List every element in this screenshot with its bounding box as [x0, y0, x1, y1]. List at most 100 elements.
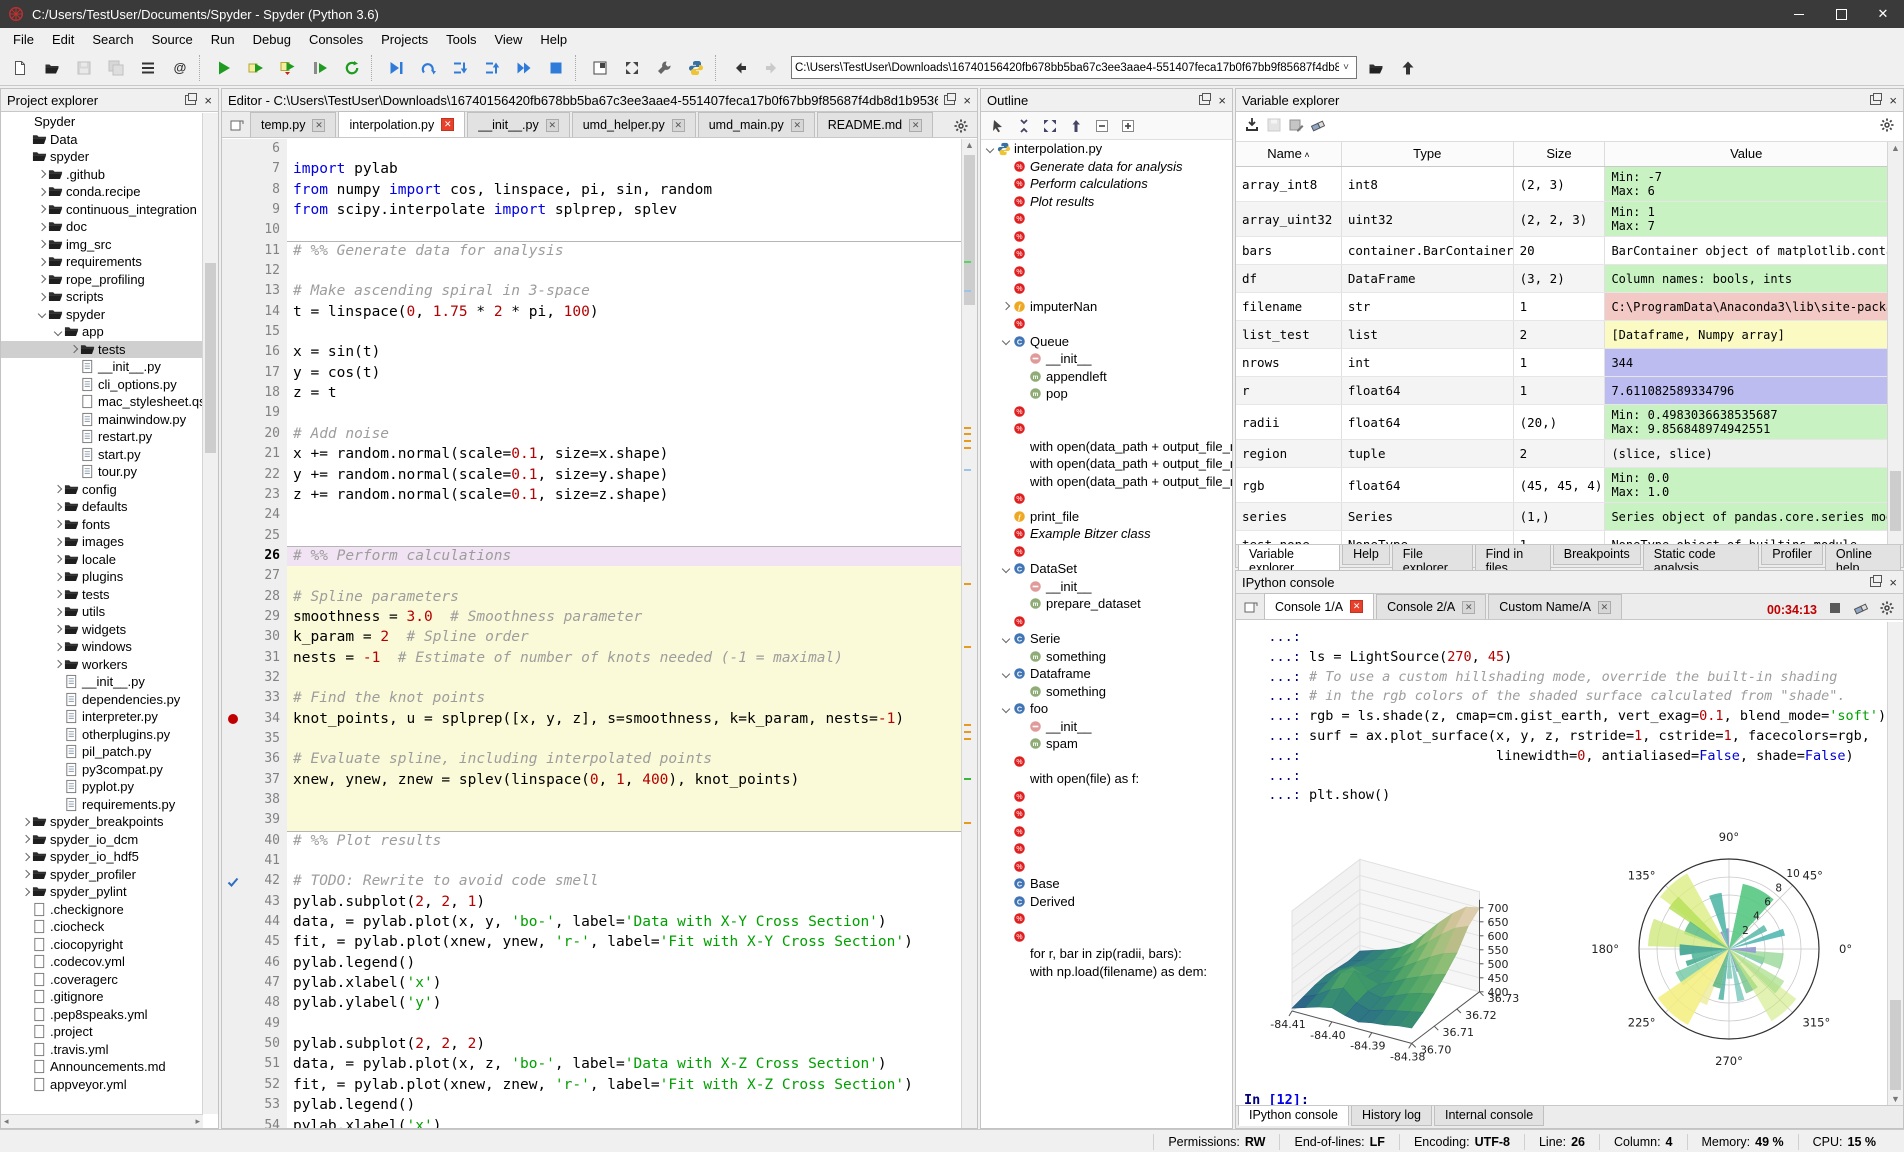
close-tab-icon[interactable]: ✕	[312, 118, 326, 132]
console-tab-custom-name-a[interactable]: Custom Name/A ✕	[1488, 594, 1622, 619]
console-options-gear-icon[interactable]	[1879, 600, 1895, 619]
project-item-tests[interactable]: tests	[1, 586, 203, 604]
close-tab-icon[interactable]: ✕	[1350, 600, 1364, 613]
variable-type[interactable]: container.BarContainer	[1342, 237, 1514, 264]
outline-item-dataframe[interactable]: C Dataframe	[981, 665, 1232, 683]
chevron-down-icon[interactable]	[1001, 564, 1011, 573]
gutter-marker[interactable]	[222, 667, 244, 689]
menu-view[interactable]: View	[485, 30, 531, 49]
parent-dir-icon[interactable]	[1392, 52, 1424, 84]
run-icon[interactable]	[208, 52, 240, 84]
project-item-.checkignore[interactable]: .checkignore	[1, 901, 203, 919]
menu-edit[interactable]: Edit	[43, 30, 83, 49]
variable-size[interactable]: 1	[1514, 349, 1606, 376]
variable-value[interactable]: C:\ProgramData\Anaconda3\lib\site-packa…	[1605, 293, 1888, 320]
project-item-img_src[interactable]: img_src	[1, 236, 203, 254]
breakpoint-icon[interactable]	[228, 713, 238, 724]
pane-tab-ipython-console[interactable]: IPython console	[1238, 1106, 1349, 1126]
project-item-.ciocheck[interactable]: .ciocheck	[1, 918, 203, 936]
variable-size[interactable]: 20	[1514, 237, 1606, 264]
outline-item-__init__[interactable]: __init__	[981, 578, 1232, 596]
gutter-marker[interactable]	[222, 1013, 244, 1035]
chevron-right-icon[interactable]	[21, 835, 31, 844]
console-scrollbar[interactable]: ▼	[1887, 622, 1903, 1106]
project-item-spyder_io_dcm[interactable]: spyder_io_dcm	[1, 831, 203, 849]
project-item-pil_patch.py[interactable]: pil_patch.py	[1, 743, 203, 761]
variable-value[interactable]: Min: 1 Max: 7	[1605, 202, 1888, 236]
browse-tabs-icon[interactable]	[224, 113, 250, 137]
outline-item-queue[interactable]: C Queue	[981, 333, 1232, 351]
outline-item-item[interactable]: %	[981, 823, 1232, 841]
outline-item-item[interactable]: %	[981, 788, 1232, 806]
import-icon[interactable]	[1244, 117, 1260, 136]
run-cell-icon[interactable]	[240, 52, 272, 84]
run-cell-advance-icon[interactable]	[272, 52, 304, 84]
column-header-size[interactable]: Size	[1514, 142, 1606, 166]
outline-item-item[interactable]: %	[981, 840, 1232, 858]
chevron-right-icon[interactable]	[37, 275, 47, 284]
close-tab-icon[interactable]: ✕	[671, 118, 685, 132]
variable-size[interactable]: 1	[1514, 293, 1606, 320]
variable-size[interactable]: 1	[1514, 531, 1606, 545]
gutter-marker[interactable]	[222, 200, 244, 221]
step-icon[interactable]	[412, 52, 444, 84]
gutter-marker[interactable]	[222, 952, 244, 974]
variable-type[interactable]: float64	[1341, 377, 1514, 404]
project-item-dependencies.py[interactable]: dependencies.py	[1, 691, 203, 709]
outline-item-item[interactable]: %	[981, 753, 1232, 771]
gutter-marker[interactable]	[222, 647, 244, 668]
collapse-section-icon[interactable]	[1091, 115, 1113, 137]
gutter-marker[interactable]	[222, 261, 244, 282]
variable-name[interactable]: rgb	[1236, 468, 1342, 502]
outline-item-item[interactable]: %	[981, 403, 1232, 421]
gutter-marker[interactable]	[222, 179, 244, 201]
variable-value[interactable]: Min: 0.4983036638535687 Max: 9.8568489749…	[1605, 405, 1888, 439]
chevron-right-icon[interactable]	[53, 502, 63, 511]
project-hscrollbar[interactable]: ◂ ▸	[1, 1114, 203, 1128]
chevron-right-icon[interactable]	[21, 870, 31, 879]
variable-value[interactable]: NoneType object of builtins module	[1605, 531, 1888, 545]
outline-item-imputernan[interactable]: f imputerNan	[981, 298, 1232, 316]
project-item-.codecov.yml[interactable]: .codecov.yml	[1, 953, 203, 971]
step-out-icon[interactable]	[476, 52, 508, 84]
undock-icon[interactable]	[944, 93, 957, 105]
close-tab-icon[interactable]: ✕	[545, 118, 559, 132]
close-tab-icon[interactable]: ✕	[1597, 600, 1611, 614]
variable-value[interactable]: Column names: bools, ints	[1605, 265, 1888, 292]
minimize-button[interactable]	[1778, 0, 1820, 28]
gutter-marker[interactable]	[222, 342, 244, 363]
outline-item-with-open-file-as-f-[interactable]: with open(file) as f:	[981, 770, 1232, 788]
gutter-marker[interactable]	[222, 871, 244, 892]
outline-item-item[interactable]: %	[981, 420, 1232, 438]
close-tab-icon[interactable]: ✕	[909, 118, 923, 132]
outline-item-spam[interactable]: m spam	[981, 735, 1232, 753]
chevron-right-icon[interactable]	[37, 205, 47, 214]
outline-item-item[interactable]: %	[981, 210, 1232, 228]
variable-name[interactable]: test_none	[1236, 531, 1342, 545]
project-item-requirements[interactable]: requirements	[1, 253, 203, 271]
cursor-icon[interactable]	[987, 115, 1009, 137]
variable-size[interactable]: (20,)	[1514, 405, 1606, 439]
continue-icon[interactable]	[508, 52, 540, 84]
variable-name[interactable]: array_int8	[1236, 167, 1342, 201]
chevron-right-icon[interactable]	[69, 345, 79, 354]
fullscreen-icon[interactable]	[616, 52, 648, 84]
project-item-images[interactable]: images	[1, 533, 203, 551]
variable-size[interactable]: 2	[1513, 321, 1606, 348]
outline-item-item[interactable]: %	[981, 928, 1232, 946]
project-item-mac_stylesheet.qss[interactable]: mac_stylesheet.qss	[1, 393, 203, 411]
gutter-marker[interactable]	[222, 708, 244, 729]
variable-type[interactable]: int8	[1342, 167, 1514, 201]
chevron-right-icon[interactable]	[37, 187, 47, 196]
project-item-start.py[interactable]: start.py	[1, 446, 203, 464]
collapse-all-icon[interactable]	[1013, 115, 1035, 137]
outline-item-dataset[interactable]: C DataSet	[981, 560, 1232, 578]
variable-type[interactable]: float64	[1342, 468, 1514, 502]
project-item-tour.py[interactable]: tour.py	[1, 463, 203, 481]
editor-tab-interpolation.py[interactable]: interpolation.py ✕	[338, 111, 466, 137]
project-item-restart.py[interactable]: restart.py	[1, 428, 203, 446]
project-item-doc[interactable]: doc	[1, 218, 203, 236]
gutter-marker[interactable]	[222, 545, 244, 567]
project-item-.coveragerc[interactable]: .coveragerc	[1, 971, 203, 989]
project-item-py3compat.py[interactable]: py3compat.py	[1, 761, 203, 779]
